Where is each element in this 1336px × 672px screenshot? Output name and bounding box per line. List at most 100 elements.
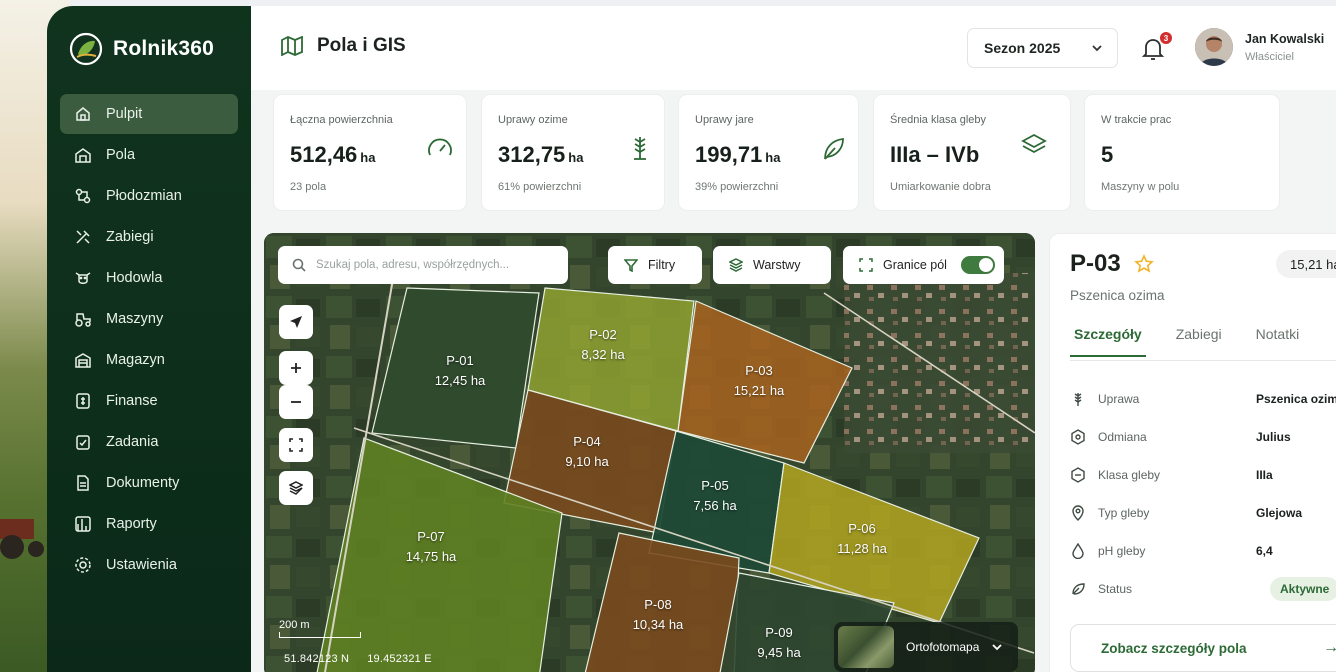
sidebar-item-ustawienia[interactable]: Ustawienia <box>60 545 238 585</box>
sidebar-item-pola[interactable]: Pola <box>60 135 238 175</box>
attribute-value: Pszenica ozima <box>1256 392 1336 406</box>
chevron-down-icon <box>1092 45 1102 52</box>
sidebar-item-pulpit[interactable]: Pulpit <box>60 94 238 134</box>
user-role: Właściciel <box>1245 51 1294 63</box>
stat-sub: Umiarkowanie dobra <box>890 181 991 193</box>
brand[interactable]: Rolnik360 <box>69 32 214 66</box>
tab-notes[interactable]: Notatki <box>1252 326 1304 357</box>
field-p08[interactable]: P-08 10,34 ha <box>613 595 703 635</box>
stat-value: 199,71 ha <box>695 142 781 167</box>
avatar[interactable] <box>1195 28 1233 66</box>
rotation-icon <box>75 188 91 204</box>
season-select[interactable]: Sezon 2025 <box>967 28 1118 68</box>
stat-label: Uprawy jare <box>695 114 754 126</box>
drop-icon <box>1072 543 1084 559</box>
boundaries-switch[interactable] <box>960 256 995 274</box>
field-p09[interactable]: P-09 9,45 ha <box>734 623 824 663</box>
field-detail-panel: P-03 15,21 ha Pszenica ozima Szczegóły Z… <box>1049 233 1336 672</box>
search-icon <box>292 258 306 272</box>
status-badge: Aktywne <box>1270 577 1336 601</box>
finance-icon <box>76 393 90 409</box>
field-p01[interactable]: P-01 12,45 ha <box>415 351 505 391</box>
wheat-icon <box>1074 393 1082 406</box>
field-id: P-03 <box>1070 250 1121 277</box>
arrow-right-icon: → <box>1323 639 1336 656</box>
stat-sub: 39% powierzchni <box>695 181 779 193</box>
sidebar-item-plodozmian[interactable]: Płodozmian <box>60 176 238 216</box>
sidebar-item-zadania[interactable]: Zadania <box>60 422 238 462</box>
field-p02[interactable]: P-02 8,32 ha <box>558 325 648 365</box>
basemap-label: Ortofotomapa <box>906 640 980 654</box>
basemap-selector[interactable]: Ortofotomapa <box>834 622 1018 672</box>
zoom-out-button[interactable] <box>279 385 313 419</box>
stat-value: IIIa – IVb <box>890 142 980 167</box>
field-boundaries-toggle[interactable]: Granice pól <box>843 246 1004 284</box>
filters-label: Filtry <box>648 258 676 272</box>
sidebar-item-label: Zadania <box>106 434 159 450</box>
map-layers-button[interactable] <box>279 471 313 505</box>
view-details-label: Zobacz szczegóły pola <box>1101 640 1247 656</box>
stat-label: Uprawy ozime <box>498 114 568 126</box>
field-p06[interactable]: P-06 11,28 ha <box>817 519 907 559</box>
search-input[interactable] <box>316 259 546 271</box>
sidebar-item-zabiegi[interactable]: Zabiegi <box>60 217 238 257</box>
layers-label: Warstwy <box>753 258 801 272</box>
sidebar-item-magazyn[interactable]: Magazyn <box>60 340 238 380</box>
soil-class-icon <box>1071 467 1085 483</box>
stat-value: 5 <box>1101 142 1114 167</box>
attribute-row: Status Aktywne <box>1070 570 1336 608</box>
fullscreen-button[interactable] <box>279 428 313 462</box>
field-p05[interactable]: P-05 7,56 ha <box>670 476 760 516</box>
sidebar-item-finanse[interactable]: Finanse <box>60 381 238 421</box>
attribute-label: Klasa gleby <box>1098 468 1161 482</box>
page-title-text: Pola i GIS <box>317 35 406 56</box>
sidebar-item-maszyny[interactable]: Maszyny <box>60 299 238 339</box>
boundaries-icon <box>859 258 873 272</box>
tab-divider <box>1070 360 1336 361</box>
tab-treatments[interactable]: Zabiegi <box>1172 326 1226 357</box>
user-photo <box>1195 28 1233 66</box>
minus-icon <box>291 401 301 403</box>
notification-badge: 3 <box>1159 31 1173 45</box>
attribute-row: Uprawa Pszenica ozima <box>1070 380 1336 418</box>
gauge-icon <box>428 138 452 156</box>
stat-sub: Maszyny w polu <box>1101 181 1180 193</box>
map-search[interactable] <box>278 246 568 284</box>
star-icon[interactable] <box>1134 254 1154 274</box>
field-attributes: Uprawa Pszenica ozima Odmiana Julius Kla… <box>1070 380 1336 608</box>
field-map[interactable]: Filtry Warstwy Granice pól P-0112,45 ha <box>264 233 1035 672</box>
variety-icon <box>1071 429 1085 445</box>
stat-card-winter-crops: Uprawy ozime 312,75 ha 61% powierzchni <box>481 94 665 211</box>
field-p07[interactable]: P-07 14,75 ha <box>386 527 476 567</box>
document-icon <box>77 475 89 491</box>
attribute-label: Odmiana <box>1098 430 1147 444</box>
attribute-row: Typ gleby Glejowa <box>1070 494 1336 532</box>
field-p03[interactable]: P-03 15,21 ha <box>714 361 804 401</box>
scale-bar <box>279 632 361 638</box>
treatment-icon <box>76 230 90 244</box>
locate-button[interactable] <box>279 305 313 339</box>
filters-button[interactable]: Filtry <box>608 246 702 284</box>
sidebar-item-label: Zabiegi <box>106 229 154 245</box>
longitude: 19.452321 E <box>367 653 432 665</box>
sidebar-item-dokumenty[interactable]: Dokumenty <box>60 463 238 503</box>
user-name: Jan Kowalski <box>1245 32 1325 46</box>
sidebar-item-label: Raporty <box>106 516 157 532</box>
attribute-value: Julius <box>1256 430 1291 444</box>
stat-value: 312,75 ha <box>498 142 584 167</box>
field-p04[interactable]: P-04 9,10 ha <box>542 432 632 472</box>
fullscreen-icon <box>289 438 303 452</box>
zoom-in-button[interactable] <box>279 351 313 385</box>
layers-button[interactable]: Warstwy <box>713 246 831 284</box>
map-scale: 200 m <box>279 619 361 638</box>
field-crop: Pszenica ozima <box>1070 288 1165 303</box>
sidebar-item-raporty[interactable]: Raporty <box>60 504 238 544</box>
tab-details[interactable]: Szczegóły <box>1070 326 1146 357</box>
stat-sub: 61% powierzchni <box>498 181 582 193</box>
logo-icon <box>69 32 103 66</box>
view-field-details-button[interactable]: Zobacz szczegóły pola → <box>1070 624 1336 672</box>
sidebar-item-label: Płodozmian <box>106 188 182 204</box>
sidebar-item-hodowla[interactable]: Hodowla <box>60 258 238 298</box>
tasks-icon <box>76 435 90 450</box>
layers-icon <box>1021 133 1047 154</box>
